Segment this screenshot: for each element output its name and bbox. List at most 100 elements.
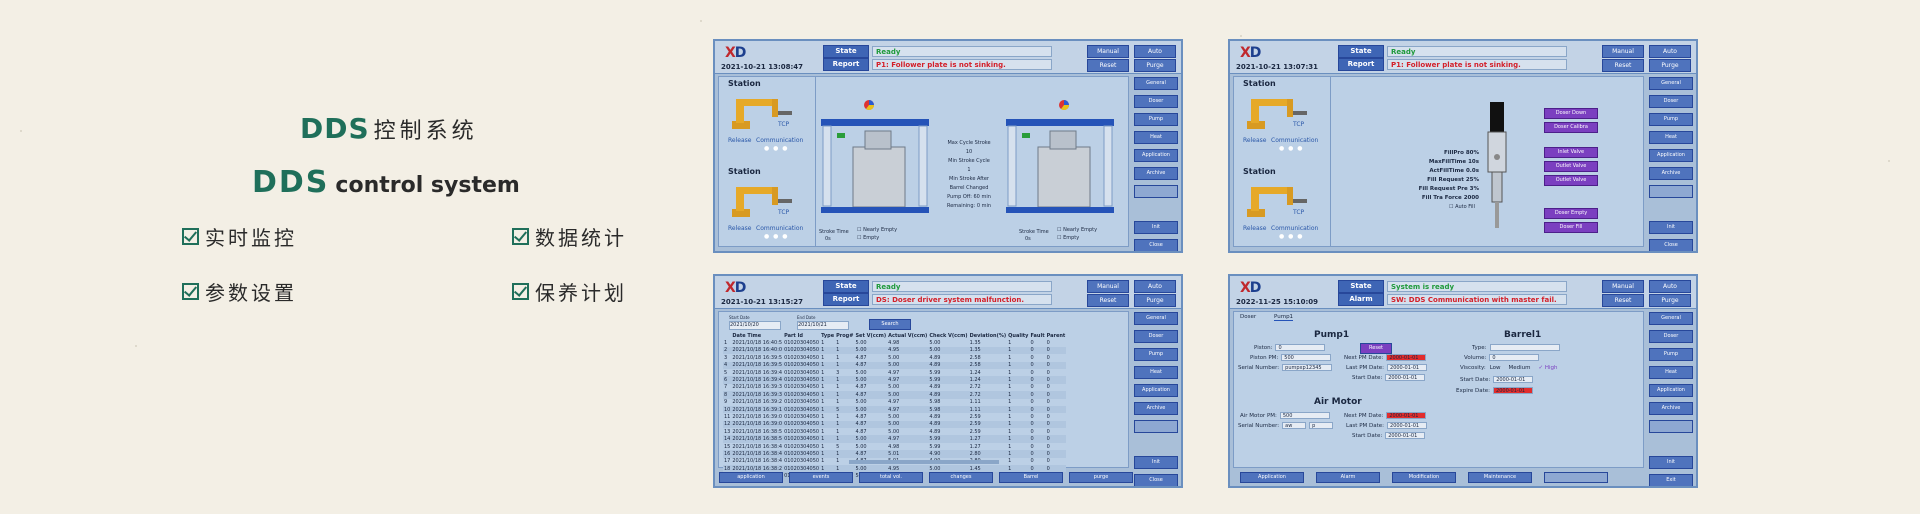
end-date-picker[interactable]: 2021/10/21: [797, 321, 849, 330]
table-row[interactable]: 7 2021/10/18 16:39:3 01020304050 1 1 4.87 5.00…: [723, 384, 1066, 391]
tab-doser[interactable]: Doser: [1240, 314, 1256, 320]
reset-button[interactable]: Reset: [1087, 59, 1129, 72]
auto-button[interactable]: Auto: [1134, 280, 1176, 293]
start-date-field[interactable]: 2000-01-01: [1385, 374, 1426, 381]
barrel-type-field[interactable]: [1489, 344, 1560, 351]
table-row[interactable]: 10 2021/10/18 16:39:1 01020304050 1 5 5.00 4.9…: [723, 405, 1067, 414]
auto-button[interactable]: Auto: [1649, 45, 1691, 58]
tab-barrel[interactable]: Barrel: [999, 472, 1063, 483]
start-date-picker[interactable]: 2021/10/20: [729, 321, 781, 330]
manual-button[interactable]: Manual: [1602, 45, 1644, 58]
init-button[interactable]: Init: [1649, 221, 1693, 234]
column-header[interactable]: Deviation(%): [969, 332, 1008, 339]
close-button[interactable]: Close: [1134, 239, 1178, 251]
barrel-expire-date-field[interactable]: 2000-01-01: [1493, 387, 1534, 394]
table-row[interactable]: 2 2021/10/18 16:40:0 01020304050 1 1 5.00 4.95…: [723, 346, 1067, 355]
viscosity-medium[interactable]: Medium: [1509, 365, 1531, 371]
nav-doser[interactable]: Doser: [1649, 95, 1693, 108]
purge-button[interactable]: Purge: [1134, 59, 1176, 72]
table-row[interactable]: 8 2021/10/18 16:39:3 01020304050 1 1 4.87 5.00…: [723, 391, 1067, 399]
init-button[interactable]: Init: [1134, 456, 1178, 469]
barrel-volume-field[interactable]: 0: [1489, 354, 1540, 361]
horizontal-scrollbar[interactable]: [849, 460, 999, 464]
viscosity-low[interactable]: Low: [1490, 365, 1501, 371]
table-row[interactable]: 12 2021/10/18 16:39:0 01020304050 1 1 4.87 5.0…: [723, 420, 1067, 429]
tab-application[interactable]: Application: [1240, 472, 1304, 483]
table-row[interactable]: 1 2021/10/18 16:40:5 01020304050 1 1 5.00 4.98…: [723, 339, 1066, 346]
reset-button[interactable]: Reset: [1087, 294, 1129, 307]
serial-number-field[interactable]: pumpxp12345: [1282, 364, 1333, 371]
nav-application[interactable]: Application: [1649, 384, 1693, 397]
barrel-start-date-field[interactable]: 2000-01-01: [1493, 376, 1534, 383]
tab-alarm[interactable]: Alarm: [1316, 472, 1380, 483]
close-button[interactable]: Close: [1649, 239, 1693, 251]
nav-general[interactable]: General: [1649, 312, 1693, 325]
manual-button[interactable]: Manual: [1602, 280, 1644, 293]
nav-pump[interactable]: Pump: [1134, 113, 1178, 126]
column-header[interactable]: [723, 332, 731, 339]
column-header[interactable]: Check V(ccm): [928, 332, 968, 339]
nav-doser[interactable]: Doser: [1134, 95, 1178, 108]
exit-button[interactable]: Exit: [1649, 474, 1693, 486]
air-serial-field-2[interactable]: p: [1309, 422, 1334, 429]
purge-button[interactable]: Purge: [1134, 294, 1176, 307]
table-row[interactable]: 9 2021/10/18 16:39:2 01020304050 1 1 5.00 4.97…: [723, 399, 1066, 406]
tab-events[interactable]: events: [789, 472, 853, 483]
column-header[interactable]: Date Time: [731, 332, 783, 339]
search-button[interactable]: Search: [869, 319, 911, 330]
nav-general[interactable]: General: [1649, 77, 1693, 90]
nav-heat[interactable]: Heat: [1134, 131, 1178, 144]
nav-application[interactable]: Application: [1134, 384, 1178, 397]
nav-general[interactable]: General: [1134, 312, 1178, 325]
doser-fill-button[interactable]: Doser Fill: [1544, 222, 1598, 233]
reset-button[interactable]: Reset: [1602, 294, 1644, 307]
table-row[interactable]: 15 2021/10/18 16:38:4 01020304050 1 5 5.00 4.9…: [723, 443, 1066, 450]
tab-maintenance[interactable]: Maintenance: [1468, 472, 1532, 483]
auto-button[interactable]: Auto: [1134, 45, 1176, 58]
nav-heat[interactable]: Heat: [1649, 366, 1693, 379]
table-row[interactable]: 6 2021/10/18 16:39:4 01020304050 1 1 5.00 4.97…: [723, 376, 1067, 384]
next-pm-date-field[interactable]: 2000-01-01: [1386, 354, 1427, 361]
column-header[interactable]: Fault: [1029, 332, 1045, 339]
init-button[interactable]: Init: [1134, 221, 1178, 234]
piston-reset-button[interactable]: Reset: [1360, 343, 1392, 354]
nav-pump[interactable]: Pump: [1649, 348, 1693, 361]
column-header[interactable]: Prog#: [835, 332, 854, 339]
table-row[interactable]: 5 2021/10/18 16:39:4 01020304050 1 3 5.00 4.97…: [723, 369, 1066, 376]
outlet-valve-button-2[interactable]: Outlet Valve: [1544, 175, 1598, 186]
tab-purge[interactable]: purge: [1069, 472, 1133, 483]
nav-archive[interactable]: Archive: [1649, 402, 1693, 415]
table-row[interactable]: 16 2021/10/18 16:38:4 01020304050 1 1 4.87 5.0…: [723, 450, 1067, 458]
table-row[interactable]: 13 2021/10/18 16:38:5 01020304050 1 1 4.87 5.0…: [723, 428, 1066, 435]
column-header[interactable]: Actual V(ccm): [887, 332, 928, 339]
table-row[interactable]: 4 2021/10/18 16:39:5 01020304050 1 1 4.87 5.00…: [723, 361, 1067, 369]
nav-doser[interactable]: Doser: [1649, 330, 1693, 343]
tab-application[interactable]: application: [719, 472, 783, 483]
doser-down-button[interactable]: Doser Down: [1544, 108, 1598, 119]
nav-heat[interactable]: Heat: [1134, 366, 1178, 379]
nav-general[interactable]: General: [1134, 77, 1178, 90]
nav-doser[interactable]: Doser: [1134, 330, 1178, 343]
doser-calibra-button[interactable]: Doser Calibra: [1544, 122, 1598, 133]
manual-button[interactable]: Manual: [1087, 45, 1129, 58]
air-next-pm-date-field[interactable]: 2000-01-01: [1386, 412, 1427, 419]
piston-pm-field[interactable]: 500: [1281, 354, 1332, 361]
air-start-date-field[interactable]: 2000-01-01: [1385, 432, 1426, 439]
auto-button[interactable]: Auto: [1649, 280, 1691, 293]
tab-modification[interactable]: Modification: [1392, 472, 1456, 483]
inlet-valve-button[interactable]: Inlet Valve: [1544, 147, 1598, 158]
viscosity-high[interactable]: ✓ High: [1539, 365, 1558, 371]
last-pm-date-field[interactable]: 2000-01-01: [1387, 364, 1428, 371]
reset-button[interactable]: Reset: [1602, 59, 1644, 72]
tab-pump1[interactable]: Pump1: [1274, 314, 1294, 321]
nav-pump[interactable]: Pump: [1649, 113, 1693, 126]
air-motor-pm-field[interactable]: 500: [1279, 412, 1330, 419]
close-button[interactable]: Close: [1134, 474, 1178, 486]
nav-pump[interactable]: Pump: [1134, 348, 1178, 361]
purge-button[interactable]: Purge: [1649, 294, 1691, 307]
air-serial-field[interactable]: aw: [1282, 422, 1307, 429]
column-header[interactable]: Part Id: [783, 332, 820, 339]
column-header[interactable]: Set V(ccm): [854, 332, 887, 339]
nav-application[interactable]: Application: [1134, 149, 1178, 162]
nav-archive[interactable]: Archive: [1649, 167, 1693, 180]
